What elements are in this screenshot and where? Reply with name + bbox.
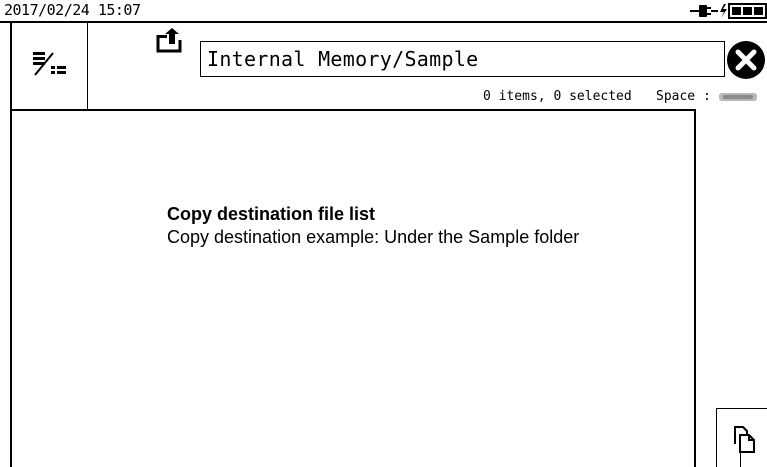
copy-button[interactable] <box>716 408 767 467</box>
close-icon <box>727 41 765 79</box>
space-value-blurred <box>719 93 757 101</box>
caption-title: Copy destination file list <box>167 204 376 224</box>
battery-full-icon <box>728 3 767 19</box>
parent-folder-icon <box>156 28 182 53</box>
sort-menu-button[interactable] <box>12 23 88 109</box>
items-count: 0 items, 0 selected <box>483 89 632 104</box>
copy-icon <box>734 426 755 453</box>
sort-menu-icon <box>33 52 66 76</box>
power-status <box>690 3 767 19</box>
space-label: Space : <box>656 89 711 104</box>
charging-icon <box>720 4 727 18</box>
annotation-caption: Copy destination file list Copy destinat… <box>167 203 579 249</box>
parent-folder-button[interactable] <box>155 26 185 59</box>
status-bar: 2017/02/24 15:07 <box>0 0 767 23</box>
close-button[interactable] <box>726 40 766 80</box>
file-list-panel[interactable] <box>12 109 696 467</box>
datetime: 2017/02/24 15:07 <box>4 1 141 19</box>
ac-power-icon <box>690 5 718 17</box>
path-text: Internal Memory/Sample <box>207 47 479 71</box>
callout-line <box>740 450 741 467</box>
caption-text: Copy destination example: Under the Samp… <box>167 227 580 247</box>
path-field[interactable]: Internal Memory/Sample <box>200 41 725 77</box>
